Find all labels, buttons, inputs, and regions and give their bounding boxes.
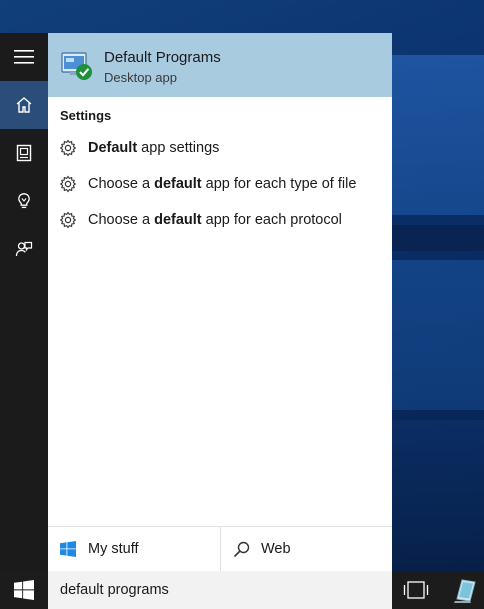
gear-icon (59, 175, 77, 193)
best-match-subtitle: Desktop app (104, 70, 177, 85)
feedback-button[interactable] (0, 225, 48, 273)
search-input[interactable] (48, 571, 392, 609)
reminders-button[interactable] (0, 177, 48, 225)
start-button[interactable] (0, 571, 48, 609)
best-match-title: Default Programs (104, 49, 221, 66)
search-results-pane: Default Programs Desktop app Settings De… (48, 33, 392, 571)
wallpaper-light-beam (392, 55, 484, 215)
settings-section-header: Settings (60, 108, 112, 123)
setting-result-label: Choose a default app for each type of fi… (88, 176, 357, 192)
my-stuff-label: My stuff (88, 541, 139, 557)
best-match-result[interactable]: Default Programs Desktop app (48, 33, 392, 97)
notebook-icon (16, 144, 32, 162)
setting-result-default-app-protocol[interactable]: Choose a default app for each protocol (48, 205, 392, 235)
cortana-search-panel: Default Programs Desktop app Settings De… (0, 33, 392, 609)
hamburger-menu-button[interactable] (0, 33, 48, 81)
setting-result-label: Choose a default app for each protocol (88, 212, 342, 228)
web-label: Web (261, 541, 291, 557)
search-icon (233, 541, 250, 558)
taskbar (0, 571, 484, 609)
my-stuff-button[interactable]: My stuff (48, 527, 220, 572)
lightbulb-icon (18, 193, 30, 209)
web-button[interactable]: Web (221, 527, 392, 572)
default-programs-icon (61, 52, 92, 80)
windows-start-icon (14, 580, 34, 600)
wallpaper-dark-band (392, 420, 484, 575)
home-icon (16, 97, 32, 113)
windows-logo-icon (60, 541, 76, 557)
gear-icon (59, 211, 77, 229)
wallpaper-dark-band (392, 225, 484, 251)
gear-icon (59, 139, 77, 157)
setting-result-label: Default app settings (88, 140, 220, 156)
setting-result-default-app-settings[interactable]: Default app settings (48, 133, 392, 163)
setting-result-default-app-file-type[interactable]: Choose a default app for each type of fi… (48, 169, 392, 199)
notebook-button[interactable] (0, 129, 48, 177)
home-button[interactable] (0, 81, 48, 129)
taskbar-search-box[interactable] (48, 571, 392, 609)
pinned-app-icon[interactable] (450, 575, 480, 605)
task-view-icon[interactable] (402, 580, 430, 600)
wallpaper-light-beam (392, 260, 484, 410)
feedback-icon (15, 241, 33, 257)
search-filter-bar: My stuff Web (48, 526, 392, 572)
hamburger-menu-icon (14, 50, 34, 64)
left-rail (0, 33, 48, 571)
